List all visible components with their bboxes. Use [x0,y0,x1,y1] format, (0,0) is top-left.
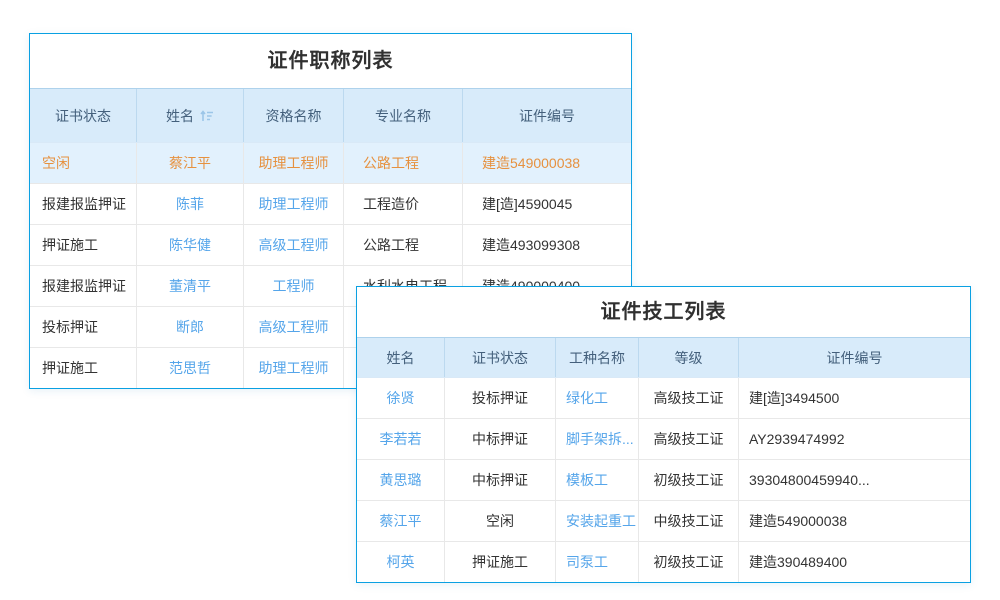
table-cell-cert_no: 建造390489400 [739,542,970,582]
column-header-major: 专业名称 [344,89,463,142]
table-cell-major: 公路工程 [344,143,463,183]
table-row[interactable]: 蔡江平空闲安装起重工中级技工证建造549000038 [357,501,970,542]
column-header-cert-status: 证书状态 [445,338,556,377]
table-cell-status: 报建报监押证 [30,184,137,224]
table-cell-name[interactable]: 陈华健 [137,225,244,265]
table-cell-status: 押证施工 [445,542,556,582]
column-header-work-type: 工种名称 [556,338,639,377]
table-cell-status: 押证施工 [30,348,137,388]
table-cell-cert_no: 39304800459940... [739,460,970,500]
table-cell-qualification[interactable]: 助理工程师 [244,184,344,224]
table-cell-status: 空闲 [30,143,137,183]
table-row[interactable]: 柯英押证施工司泵工初级技工证建造390489400 [357,542,970,582]
column-header-cert-no: 证件编号 [463,89,631,142]
title-table-header-row: 证书状态 姓名 资格名称 专业名称 证件编号 [30,88,631,143]
page-canvas: 证件职称列表 证书状态 姓名 资格名称 专业名称 证件编号 空闲蔡江平助 [0,0,1000,600]
table-cell-status: 报建报监押证 [30,266,137,306]
table-cell-level: 高级技工证 [639,378,739,418]
table-cell-name[interactable]: 蔡江平 [137,143,244,183]
table-cell-status: 投标押证 [30,307,137,347]
title-table-heading: 证件职称列表 [30,34,631,88]
table-cell-qualification[interactable]: 助理工程师 [244,143,344,183]
table-cell-status: 押证施工 [30,225,137,265]
table-cell-major: 公路工程 [344,225,463,265]
table-cell-name[interactable]: 黄思璐 [357,460,445,500]
worker-table-heading: 证件技工列表 [357,287,970,337]
table-cell-name[interactable]: 陈菲 [137,184,244,224]
table-cell-level: 初级技工证 [639,460,739,500]
table-cell-qualification[interactable]: 高级工程师 [244,307,344,347]
column-header-cert-status: 证书状态 [30,89,137,142]
table-row[interactable]: 空闲蔡江平助理工程师公路工程建造549000038 [30,143,631,184]
table-row[interactable]: 报建报监押证陈菲助理工程师工程造价建[造]4590045 [30,184,631,225]
table-cell-work_type[interactable]: 脚手架拆... [556,419,639,459]
table-cell-name[interactable]: 范思哲 [137,348,244,388]
table-cell-cert_no: 建造549000038 [463,143,631,183]
table-cell-qualification[interactable]: 高级工程师 [244,225,344,265]
table-cell-work_type[interactable]: 绿化工 [556,378,639,418]
table-cell-qualification[interactable]: 工程师 [244,266,344,306]
column-header-cert-no: 证件编号 [739,338,970,377]
column-header-name[interactable]: 姓名 [137,89,244,142]
sort-icon[interactable] [200,109,214,122]
table-cell-work_type[interactable]: 司泵工 [556,542,639,582]
table-row[interactable]: 黄思璐中标押证模板工初级技工证39304800459940... [357,460,970,501]
table-cell-cert_no: 建[造]4590045 [463,184,631,224]
table-cell-level: 高级技工证 [639,419,739,459]
worker-table-header-row: 姓名 证书状态 工种名称 等级 证件编号 [357,337,970,378]
table-cell-name[interactable]: 断郎 [137,307,244,347]
table-cell-status: 投标押证 [445,378,556,418]
table-cell-status: 空闲 [445,501,556,541]
table-cell-status: 中标押证 [445,419,556,459]
table-cell-level: 初级技工证 [639,542,739,582]
table-row[interactable]: 押证施工陈华健高级工程师公路工程建造493099308 [30,225,631,266]
worker-table: 证件技工列表 姓名 证书状态 工种名称 等级 证件编号 徐贤投标押证绿化工高级技… [356,286,971,583]
table-cell-cert_no: 建[造]3494500 [739,378,970,418]
table-cell-status: 中标押证 [445,460,556,500]
table-cell-level: 中级技工证 [639,501,739,541]
table-cell-major: 工程造价 [344,184,463,224]
table-cell-cert_no: 建造493099308 [463,225,631,265]
table-cell-name[interactable]: 柯英 [357,542,445,582]
column-header-level: 等级 [639,338,739,377]
column-header-name: 姓名 [357,338,445,377]
column-header-qualification: 资格名称 [244,89,344,142]
table-cell-qualification[interactable]: 助理工程师 [244,348,344,388]
table-cell-name[interactable]: 董清平 [137,266,244,306]
table-row[interactable]: 李若若中标押证脚手架拆...高级技工证AY2939474992 [357,419,970,460]
table-cell-work_type[interactable]: 模板工 [556,460,639,500]
table-cell-cert_no: AY2939474992 [739,419,970,459]
table-cell-name[interactable]: 徐贤 [357,378,445,418]
table-cell-work_type[interactable]: 安装起重工 [556,501,639,541]
worker-table-body: 徐贤投标押证绿化工高级技工证建[造]3494500李若若中标押证脚手架拆...高… [357,378,970,582]
table-cell-name[interactable]: 李若若 [357,419,445,459]
table-row[interactable]: 徐贤投标押证绿化工高级技工证建[造]3494500 [357,378,970,419]
table-cell-cert_no: 建造549000038 [739,501,970,541]
table-cell-name[interactable]: 蔡江平 [357,501,445,541]
